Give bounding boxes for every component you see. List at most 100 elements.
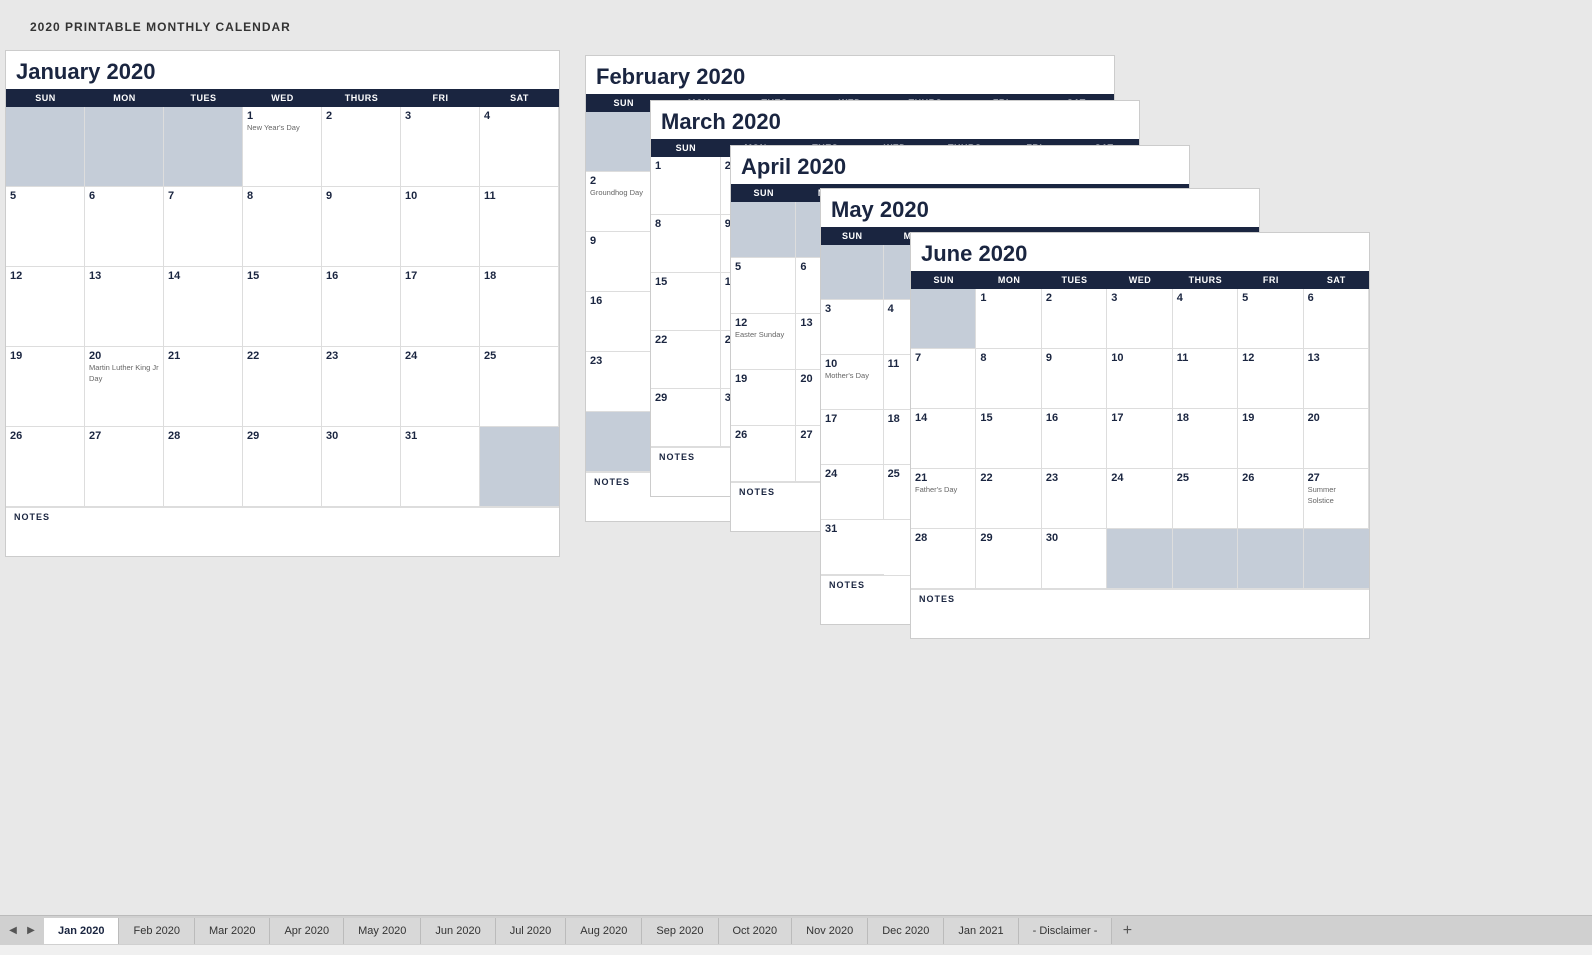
add-sheet-button[interactable]: + bbox=[1114, 918, 1140, 944]
table-row: 22 bbox=[976, 469, 1041, 529]
table-row: 1New Year's Day bbox=[243, 107, 322, 187]
table-row: 9 bbox=[1042, 349, 1107, 409]
table-row bbox=[1304, 529, 1369, 589]
table-row: 19 bbox=[1238, 409, 1303, 469]
january-title: January 2020 bbox=[6, 51, 559, 89]
table-row: 1 bbox=[976, 289, 1041, 349]
february-title: February 2020 bbox=[586, 56, 1114, 94]
jan-hdr-fri: FRI bbox=[401, 89, 480, 107]
table-row: 15 bbox=[243, 267, 322, 347]
table-row: 4 bbox=[480, 107, 559, 187]
table-row: 31 bbox=[821, 520, 884, 575]
table-row: 24 bbox=[401, 347, 480, 427]
table-row: 23 bbox=[322, 347, 401, 427]
jan-hdr-thu: THURS bbox=[322, 89, 401, 107]
table-row: 3 bbox=[401, 107, 480, 187]
table-row bbox=[6, 107, 85, 187]
tab-jun-2020[interactable]: Jun 2020 bbox=[421, 918, 495, 944]
table-row: 16 bbox=[1042, 409, 1107, 469]
table-row bbox=[821, 245, 884, 300]
table-row: 21Father's Day bbox=[911, 469, 976, 529]
table-row: 6 bbox=[1304, 289, 1369, 349]
table-row: 2 bbox=[1042, 289, 1107, 349]
table-row: 7 bbox=[911, 349, 976, 409]
table-row: 8 bbox=[976, 349, 1041, 409]
march-title: March 2020 bbox=[651, 101, 1139, 139]
table-row: 10 bbox=[1107, 349, 1172, 409]
table-row: 14 bbox=[164, 267, 243, 347]
april-title: April 2020 bbox=[731, 146, 1189, 184]
calendar-june: June 2020 SUN MON TUES WED THURS FRI SAT… bbox=[910, 232, 1370, 639]
table-row bbox=[1173, 529, 1238, 589]
table-row: 20Martin Luther King Jr Day bbox=[85, 347, 164, 427]
table-row: 22 bbox=[651, 331, 721, 389]
table-row: 27Summer Solstice bbox=[1304, 469, 1369, 529]
table-row bbox=[731, 202, 796, 258]
table-row: 18 bbox=[480, 267, 559, 347]
table-row: 23 bbox=[1042, 469, 1107, 529]
table-row: 11 bbox=[480, 187, 559, 267]
table-row: 6 bbox=[85, 187, 164, 267]
table-row bbox=[85, 107, 164, 187]
calendar-january: January 2020 SUN MON TUES WED THURS FRI … bbox=[5, 50, 560, 557]
table-row: 4 bbox=[1173, 289, 1238, 349]
table-row: 26 bbox=[1238, 469, 1303, 529]
sheet-nav: ◀ ▶ bbox=[4, 922, 40, 940]
january-notes: NOTES bbox=[6, 507, 559, 556]
table-row: 16 bbox=[322, 267, 401, 347]
tab-jan-2020[interactable]: Jan 2020 bbox=[44, 918, 119, 944]
table-row: 19 bbox=[6, 347, 85, 427]
jan-hdr-sat: SAT bbox=[480, 89, 559, 107]
tab-dec-2020[interactable]: Dec 2020 bbox=[868, 918, 944, 944]
table-row: 7 bbox=[164, 187, 243, 267]
table-row bbox=[1107, 529, 1172, 589]
tab-oct-2020[interactable]: Oct 2020 bbox=[719, 918, 793, 944]
table-row bbox=[164, 107, 243, 187]
table-row: 29 bbox=[976, 529, 1041, 589]
table-row: 10Mother's Day bbox=[821, 355, 884, 410]
june-notes: NOTES bbox=[911, 589, 1369, 638]
table-row: 24 bbox=[821, 465, 884, 520]
table-row: 15 bbox=[651, 273, 721, 331]
table-row: 24 bbox=[1107, 469, 1172, 529]
table-row: 17 bbox=[821, 410, 884, 465]
table-row: 26 bbox=[731, 426, 796, 482]
table-row: 3 bbox=[1107, 289, 1172, 349]
jan-hdr-mon: MON bbox=[85, 89, 164, 107]
jan-hdr-tue: TUES bbox=[164, 89, 243, 107]
june-body: 1 2 3 4 5 6 7 8 9 10 11 12 13 14 15 16 1… bbox=[911, 289, 1369, 589]
table-row: 18 bbox=[1173, 409, 1238, 469]
tab-feb-2020[interactable]: Feb 2020 bbox=[119, 918, 194, 944]
table-row: 11 bbox=[1173, 349, 1238, 409]
tab-aug-2020[interactable]: Aug 2020 bbox=[566, 918, 642, 944]
tab-jul-2020[interactable]: Jul 2020 bbox=[496, 918, 567, 944]
page-title: 2020 PRINTABLE MONTHLY CALENDAR bbox=[30, 20, 1562, 34]
table-row: 20 bbox=[1304, 409, 1369, 469]
sheet-nav-right[interactable]: ▶ bbox=[22, 922, 40, 940]
tab-nov-2020[interactable]: Nov 2020 bbox=[792, 918, 868, 944]
tab-disclaimer[interactable]: - Disclaimer - bbox=[1019, 918, 1113, 944]
table-row: 13 bbox=[85, 267, 164, 347]
table-row bbox=[480, 427, 559, 507]
january-header: SUN MON TUES WED THURS FRI SAT bbox=[6, 89, 559, 107]
table-row: 9 bbox=[322, 187, 401, 267]
jan-hdr-sun: SUN bbox=[6, 89, 85, 107]
table-row bbox=[1238, 529, 1303, 589]
june-header: SUN MON TUES WED THURS FRI SAT bbox=[911, 271, 1369, 289]
table-row: 2 bbox=[322, 107, 401, 187]
table-row: 22 bbox=[243, 347, 322, 427]
table-row bbox=[911, 289, 976, 349]
tab-apr-2020[interactable]: Apr 2020 bbox=[270, 918, 344, 944]
sheet-nav-left[interactable]: ◀ bbox=[4, 922, 22, 940]
tab-may-2020[interactable]: May 2020 bbox=[344, 918, 421, 944]
table-row: 29 bbox=[243, 427, 322, 507]
table-row: 17 bbox=[1107, 409, 1172, 469]
table-row: 1 bbox=[651, 157, 721, 215]
tab-mar-2020[interactable]: Mar 2020 bbox=[195, 918, 270, 944]
tab-jan-2021[interactable]: Jan 2021 bbox=[944, 918, 1018, 944]
table-row: 12Easter Sunday bbox=[731, 314, 796, 370]
tab-sep-2020[interactable]: Sep 2020 bbox=[642, 918, 718, 944]
table-row: 29 bbox=[651, 389, 721, 447]
table-row: 17 bbox=[401, 267, 480, 347]
jan-hdr-wed: WED bbox=[243, 89, 322, 107]
